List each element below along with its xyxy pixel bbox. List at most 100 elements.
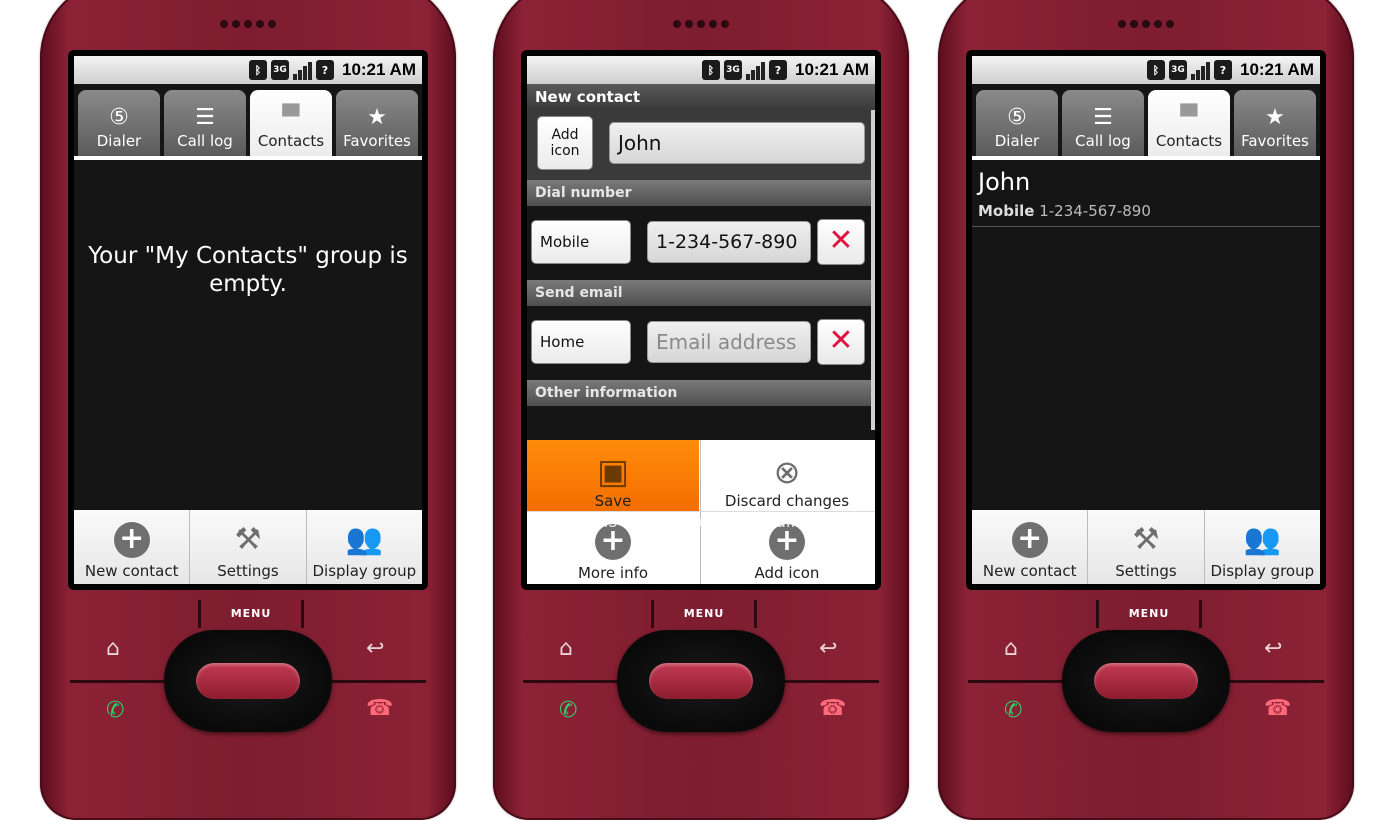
contact-list-item[interactable]: John Mobile 1-234-567-890 bbox=[972, 160, 1320, 227]
empty-group-message: Your "My Contacts" group is empty. bbox=[88, 243, 408, 297]
end-call-icon[interactable]: ☎ bbox=[1264, 696, 1291, 721]
tab-label: Contacts bbox=[257, 132, 325, 150]
divider-line bbox=[70, 680, 166, 683]
home-icon[interactable]: ⌂ bbox=[106, 636, 120, 661]
delete-email-button[interactable]: ✕ bbox=[817, 319, 865, 365]
save-button[interactable]: ▣ Save bbox=[527, 440, 699, 512]
plus-circle-icon: + bbox=[595, 524, 631, 560]
star-icon: ★ bbox=[367, 105, 387, 130]
name-input[interactable]: John bbox=[609, 122, 865, 164]
tab-contacts[interactable]: ▀ Contacts bbox=[250, 90, 332, 156]
bluetooth-icon: ᛒ bbox=[248, 60, 267, 80]
call-icon[interactable]: ✆ bbox=[106, 698, 124, 723]
divider-line bbox=[968, 680, 1064, 683]
tab-call-log[interactable]: ☰ Call log bbox=[164, 90, 246, 156]
tab-bar: ⑤ Dialer ☰ Call log ▀ Contacts ★ Favorit… bbox=[74, 90, 422, 156]
trackball[interactable] bbox=[196, 663, 300, 699]
tab-favorites[interactable]: ★ Favorites bbox=[336, 90, 418, 156]
settings-button[interactable]: ⚒ Settings bbox=[190, 510, 307, 584]
close-icon: ✕ bbox=[828, 223, 854, 258]
phone-right: ᛒ 3G ? 10:21 AM ⑤ Dialer ☰ Call log ▀ Co… bbox=[938, 0, 1354, 820]
settings-button[interactable]: ⚒ Settings bbox=[1088, 510, 1205, 584]
delete-phone-button[interactable]: ✕ bbox=[817, 219, 865, 265]
email-input[interactable]: Email address bbox=[647, 321, 811, 363]
new-contact-button[interactable]: + New contact bbox=[972, 510, 1089, 584]
contact-name: John bbox=[978, 168, 1031, 196]
bluetooth-icon: ᛒ bbox=[1146, 60, 1165, 80]
menu-divider-horizontal bbox=[527, 511, 875, 512]
menu-key[interactable]: MENU bbox=[198, 600, 304, 628]
group-people-icon: 👥 bbox=[345, 522, 383, 557]
screen-contacts-empty: ᛒ 3G ? 10:21 AM ⑤ Dialer ☰ Call log ▀ Co… bbox=[74, 56, 422, 584]
divider-line bbox=[330, 680, 426, 683]
tab-call-log[interactable]: ☰ Call log bbox=[1062, 90, 1144, 156]
signal-icon bbox=[745, 60, 765, 80]
tab-contacts[interactable]: ▀ Contacts bbox=[1148, 90, 1230, 156]
status-time: 10:21 AM bbox=[794, 60, 869, 79]
contact-phone-line: Mobile 1-234-567-890 bbox=[978, 202, 1151, 220]
options-menu: + New contact ⚒ Settings 👥 Display group bbox=[74, 510, 422, 584]
tab-label: Dialer bbox=[994, 132, 1040, 150]
home-icon[interactable]: ⌂ bbox=[1004, 636, 1018, 661]
speaker-grille bbox=[938, 13, 1354, 32]
speaker-grille bbox=[40, 13, 456, 32]
email-type-select[interactable]: Home bbox=[531, 320, 631, 364]
status-bar: ᛒ 3G ? 10:21 AM bbox=[972, 56, 1320, 84]
more-info-button[interactable]: + More info bbox=[527, 512, 699, 584]
phone-number-input[interactable]: 1-234-567-890 bbox=[647, 221, 811, 263]
divider-line bbox=[523, 680, 619, 683]
back-icon[interactable]: ↩ bbox=[366, 636, 384, 661]
contact-phone-type: Mobile bbox=[978, 202, 1035, 220]
scrollbar[interactable] bbox=[871, 110, 875, 430]
screen-bezel: ᛒ 3G ? 10:21 AM ⑤ Dialer ☰ Call log ▀ Co… bbox=[68, 50, 428, 590]
add-icon-button[interactable]: Add icon bbox=[537, 116, 593, 170]
phone-type-select[interactable]: Mobile bbox=[531, 220, 631, 264]
display-group-button[interactable]: 👥 Display group bbox=[306, 510, 422, 584]
add-icon-label: Add icon bbox=[550, 127, 580, 159]
dialer-5-icon: ⑤ bbox=[1007, 105, 1027, 130]
menu-label: Settings bbox=[217, 562, 279, 580]
tab-dialer[interactable]: ⑤ Dialer bbox=[976, 90, 1058, 156]
display-group-button[interactable]: 👥 Display group bbox=[1204, 510, 1320, 584]
3g-icon: 3G bbox=[723, 60, 742, 80]
end-call-icon[interactable]: ☎ bbox=[819, 696, 846, 721]
speaker-grille bbox=[493, 13, 909, 32]
call-log-icon: ☰ bbox=[195, 105, 215, 130]
dial-number-section: Dial number bbox=[527, 180, 875, 206]
tab-label: Contacts bbox=[1155, 132, 1223, 150]
call-icon[interactable]: ✆ bbox=[559, 698, 577, 723]
call-icon[interactable]: ✆ bbox=[1004, 698, 1022, 723]
screen-new-contact: ᛒ 3G ? 10:21 AM New contact Add icon Joh… bbox=[527, 56, 875, 584]
signal-icon bbox=[292, 60, 312, 80]
tab-dialer[interactable]: ⑤ Dialer bbox=[78, 90, 160, 156]
menu-label: New contact bbox=[84, 562, 179, 580]
group-people-icon: 👥 bbox=[1243, 522, 1281, 557]
options-menu: + New contact ⚒ Settings 👥 Display group bbox=[972, 510, 1320, 584]
back-icon[interactable]: ↩ bbox=[819, 636, 837, 661]
tab-label: Call log bbox=[1075, 132, 1131, 150]
menu-label: New contact bbox=[982, 562, 1077, 580]
close-icon: ✕ bbox=[828, 323, 854, 358]
end-call-icon[interactable]: ☎ bbox=[366, 696, 393, 721]
tab-favorites[interactable]: ★ Favorites bbox=[1234, 90, 1316, 156]
home-icon[interactable]: ⌂ bbox=[559, 636, 573, 661]
tab-bar: ⑤ Dialer ☰ Call log ▀ Contacts ★ Favorit… bbox=[972, 90, 1320, 156]
trackball[interactable] bbox=[1094, 663, 1198, 699]
discard-changes-button[interactable]: ⊗ Discard changes bbox=[701, 440, 873, 512]
contacts-folder-icon: ▀ bbox=[282, 105, 300, 130]
menu-key[interactable]: MENU bbox=[651, 600, 757, 628]
divider-line bbox=[1228, 680, 1324, 683]
add-icon-menu-button[interactable]: + Add icon bbox=[701, 512, 873, 584]
menu-label: Discard changes bbox=[724, 492, 850, 510]
new-contact-button[interactable]: + New contact bbox=[74, 510, 191, 584]
send-email-section: Send email bbox=[527, 280, 875, 306]
plus-circle-icon: + bbox=[1011, 522, 1048, 558]
options-menu: ▣ Save ⊗ Discard changes + More info + A… bbox=[527, 440, 875, 584]
status-time: 10:21 AM bbox=[1239, 60, 1314, 79]
menu-divider-vertical bbox=[700, 440, 701, 584]
menu-label: Display group bbox=[1210, 562, 1315, 580]
status-bar: ᛒ 3G ? 10:21 AM bbox=[74, 56, 422, 84]
menu-key[interactable]: MENU bbox=[1096, 600, 1202, 628]
back-icon[interactable]: ↩ bbox=[1264, 636, 1282, 661]
trackball[interactable] bbox=[649, 663, 753, 699]
